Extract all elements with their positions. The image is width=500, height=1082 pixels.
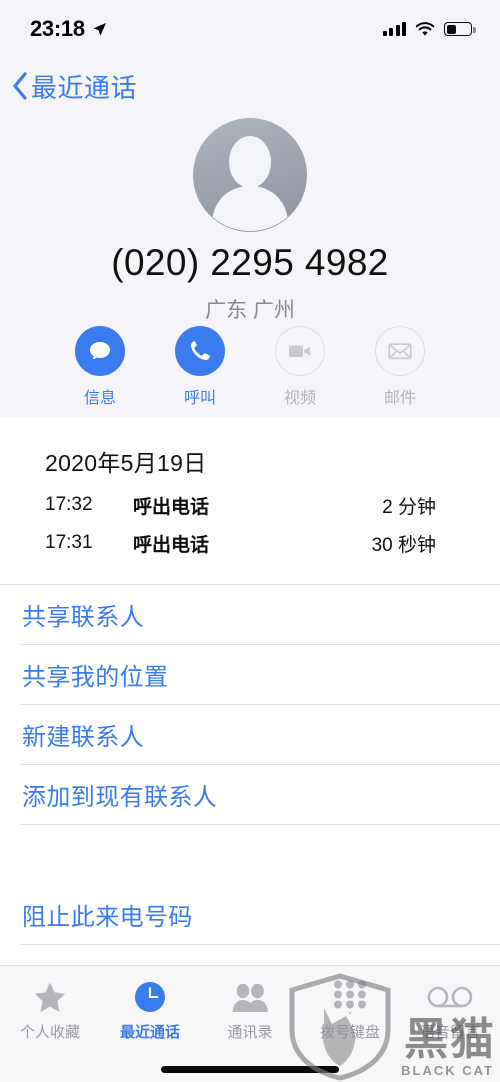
envelope-icon [388, 343, 412, 360]
back-button[interactable]: 最近通话 [12, 68, 137, 105]
table-row[interactable]: 17:31 呼出电话 30 秒钟 [0, 524, 500, 562]
person-placeholder-avatar [212, 136, 288, 232]
tab-bar: 个人收藏 最近通话 通讯录 拨号键盘 语音留言 [0, 965, 500, 1082]
call-time: 17:31 [45, 532, 93, 553]
block-section: 阻止此来电号码 [0, 885, 500, 945]
tab-keypad-label: 拨号键盘 [319, 1024, 380, 1041]
dial-keypad-icon [333, 980, 367, 1014]
contacts-people-icon [231, 980, 269, 1014]
section-gap [0, 825, 500, 885]
battery-icon [444, 22, 476, 36]
call-time: 17:32 [45, 494, 93, 515]
status-bar-left: 23:18 [30, 16, 107, 42]
tab-voicemail-label: 语音留言 [419, 1024, 480, 1041]
phone-number: (020) 2295 4982 [111, 242, 389, 283]
avatar [193, 118, 307, 232]
message-bubble-icon [90, 342, 110, 359]
action-message[interactable]: 信息 [75, 326, 125, 408]
call-button[interactable] [175, 326, 225, 376]
status-bar-right [382, 21, 476, 37]
quick-actions: 信息 呼叫 视频 邮件 [0, 326, 500, 408]
list-item-label: 共享我的位置 [22, 664, 169, 691]
call-duration: 2 分钟 [382, 496, 436, 518]
list-item-share-contact[interactable]: 共享联系人 [0, 585, 500, 644]
phone-region: 广东 广州 [205, 299, 295, 322]
contact-actions-list: 共享联系人 共享我的位置 新建联系人 添加到现有联系人 [0, 585, 500, 825]
action-video-label: 视频 [283, 390, 316, 407]
row-divider [20, 944, 500, 945]
list-item-add-to-existing-contact[interactable]: 添加到现有联系人 [0, 765, 500, 824]
tab-contacts-label: 通讯录 [227, 1024, 273, 1041]
navigation-bar: 最近通话 [0, 58, 500, 114]
list-item-label: 阻止此来电号码 [22, 904, 193, 931]
call-type: 呼出电话 [133, 496, 210, 518]
action-call-label: 呼叫 [183, 390, 216, 407]
cellular-signal-icon [382, 22, 406, 36]
status-bar-clock: 23:18 [30, 16, 85, 41]
list-item-label: 新建联系人 [22, 724, 144, 751]
video-camera-icon [289, 345, 310, 357]
wifi-icon [415, 21, 435, 36]
mail-button [375, 326, 425, 376]
phone-handset-icon [191, 340, 210, 360]
tab-keypad[interactable]: 拨号键盘 [300, 980, 400, 1042]
tab-recents[interactable]: 最近通话 [100, 980, 200, 1042]
tab-voicemail[interactable]: 语音留言 [400, 980, 500, 1042]
action-mail: 邮件 [375, 326, 425, 408]
tab-favorites-label: 个人收藏 [19, 1024, 80, 1041]
list-item-share-location[interactable]: 共享我的位置 [0, 645, 500, 704]
status-bar: 23:18 [0, 0, 500, 58]
action-message-label: 信息 [83, 390, 116, 407]
star-icon [33, 980, 67, 1014]
chevron-left-icon [13, 72, 27, 100]
home-indicator-bar[interactable] [161, 1066, 339, 1073]
back-button-label: 最近通话 [31, 72, 138, 103]
voicemail-icon [427, 980, 473, 1014]
contact-header: (020) 2295 4982 广东 广州 信息 呼叫 视频 邮件 [0, 114, 500, 418]
tab-contacts[interactable]: 通讯录 [200, 980, 300, 1042]
list-item-label: 添加到现有联系人 [22, 784, 218, 811]
tab-recents-label: 最近通话 [119, 1024, 180, 1041]
call-type: 呼出电话 [133, 534, 210, 556]
action-call[interactable]: 呼叫 [175, 326, 225, 408]
video-button [275, 326, 325, 376]
action-mail-label: 邮件 [383, 390, 416, 407]
clock-icon [134, 980, 166, 1014]
call-log-date: 2020年5月19日 [45, 450, 207, 476]
list-item-new-contact[interactable]: 新建联系人 [0, 705, 500, 764]
action-video: 视频 [275, 326, 325, 408]
location-arrow-icon [93, 22, 106, 36]
table-row[interactable]: 17:32 呼出电话 2 分钟 [0, 486, 500, 524]
call-duration: 30 秒钟 [371, 534, 436, 556]
tab-favorites[interactable]: 个人收藏 [0, 980, 100, 1042]
call-log-section: 2020年5月19日 17:32 呼出电话 2 分钟 17:31 呼出电话 30… [0, 418, 500, 945]
list-item-block-caller[interactable]: 阻止此来电号码 [0, 885, 500, 944]
phone-screen: 23:18 最近通话 (020) 2295 4982 广东 广州 信息 呼叫 视… [0, 0, 500, 1082]
list-item-label: 共享联系人 [22, 604, 144, 631]
message-button[interactable] [75, 326, 125, 376]
